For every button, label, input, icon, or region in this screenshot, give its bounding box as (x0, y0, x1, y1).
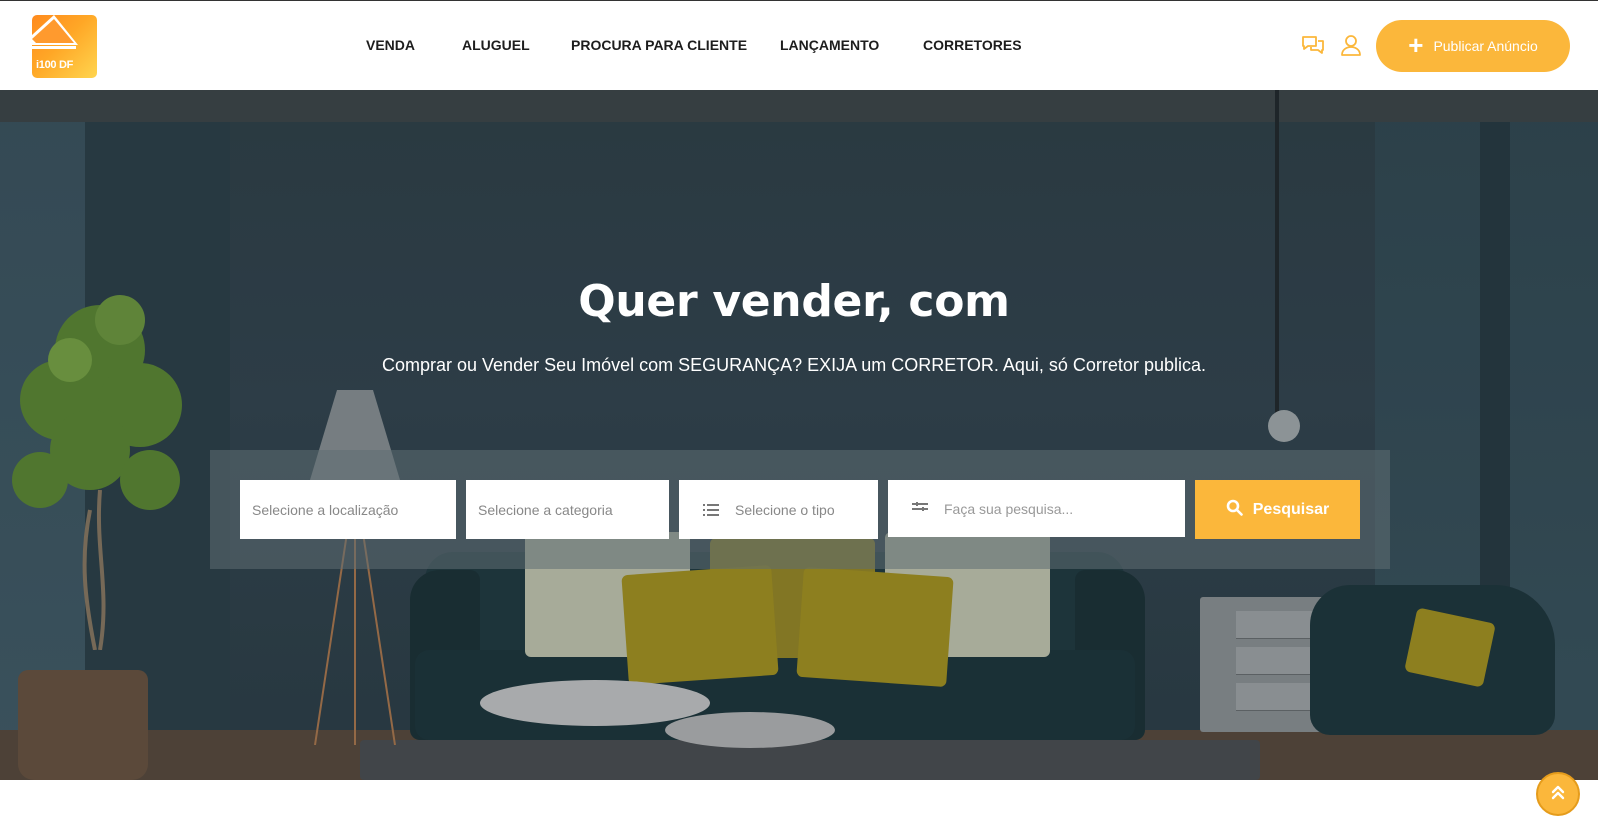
scroll-to-top-button[interactable] (1536, 772, 1580, 816)
nav-item-lancamento[interactable]: LANÇAMENTO (780, 37, 879, 53)
search-button[interactable]: Pesquisar (1195, 480, 1360, 539)
plus-icon: + (1408, 30, 1424, 60)
chat-icon[interactable] (1300, 32, 1326, 58)
hero-overlay (0, 90, 1598, 780)
location-select[interactable]: Selecione a localização (240, 480, 456, 539)
nav-item-corretores[interactable]: CORRETORES (923, 37, 1022, 53)
hero-banner: Quer vender, com Comprar ou Vender Seu I… (0, 90, 1598, 780)
nav-item-aluguel[interactable]: ALUGUEL (462, 37, 530, 53)
brand-logo[interactable]: i100 DF (32, 15, 97, 78)
search-button-label: Pesquisar (1252, 500, 1330, 518)
location-placeholder: Selecione a localização (252, 501, 399, 518)
logo-text: i100 DF (36, 59, 74, 71)
double-chevron-up-icon (1550, 783, 1566, 806)
search-query-input[interactable]: Faça sua pesquisa... (888, 480, 1185, 537)
type-placeholder: Selecione o tipo (735, 501, 835, 518)
search-icon (1226, 499, 1243, 521)
list-icon (703, 503, 721, 517)
publish-ad-button[interactable]: + Publicar Anúncio (1376, 20, 1570, 72)
publish-ad-label: Publicar Anúncio (1433, 38, 1538, 54)
nav-item-procura-para-cliente[interactable]: PROCURA PARA CLIENTE (571, 37, 747, 53)
filter-icon (912, 501, 930, 516)
category-placeholder: Selecione a categoria (478, 501, 613, 518)
user-icon[interactable] (1338, 32, 1364, 58)
hero-subtitle: Comprar ou Vender Seu Imóvel com SEGURAN… (382, 355, 1206, 375)
nav-item-venda[interactable]: VENDA (366, 37, 415, 53)
site-header: i100 DF VENDA ALUGUEL PROCURA PARA CLIEN… (0, 0, 1598, 90)
category-select[interactable]: Selecione a categoria (466, 480, 669, 539)
type-select[interactable]: Selecione o tipo (679, 480, 878, 539)
search-panel: Selecione a localização Selecione a cate… (210, 450, 1390, 569)
hero-title: Quer vender, com (578, 276, 1010, 327)
search-query-placeholder: Faça sua pesquisa... (944, 500, 1074, 517)
